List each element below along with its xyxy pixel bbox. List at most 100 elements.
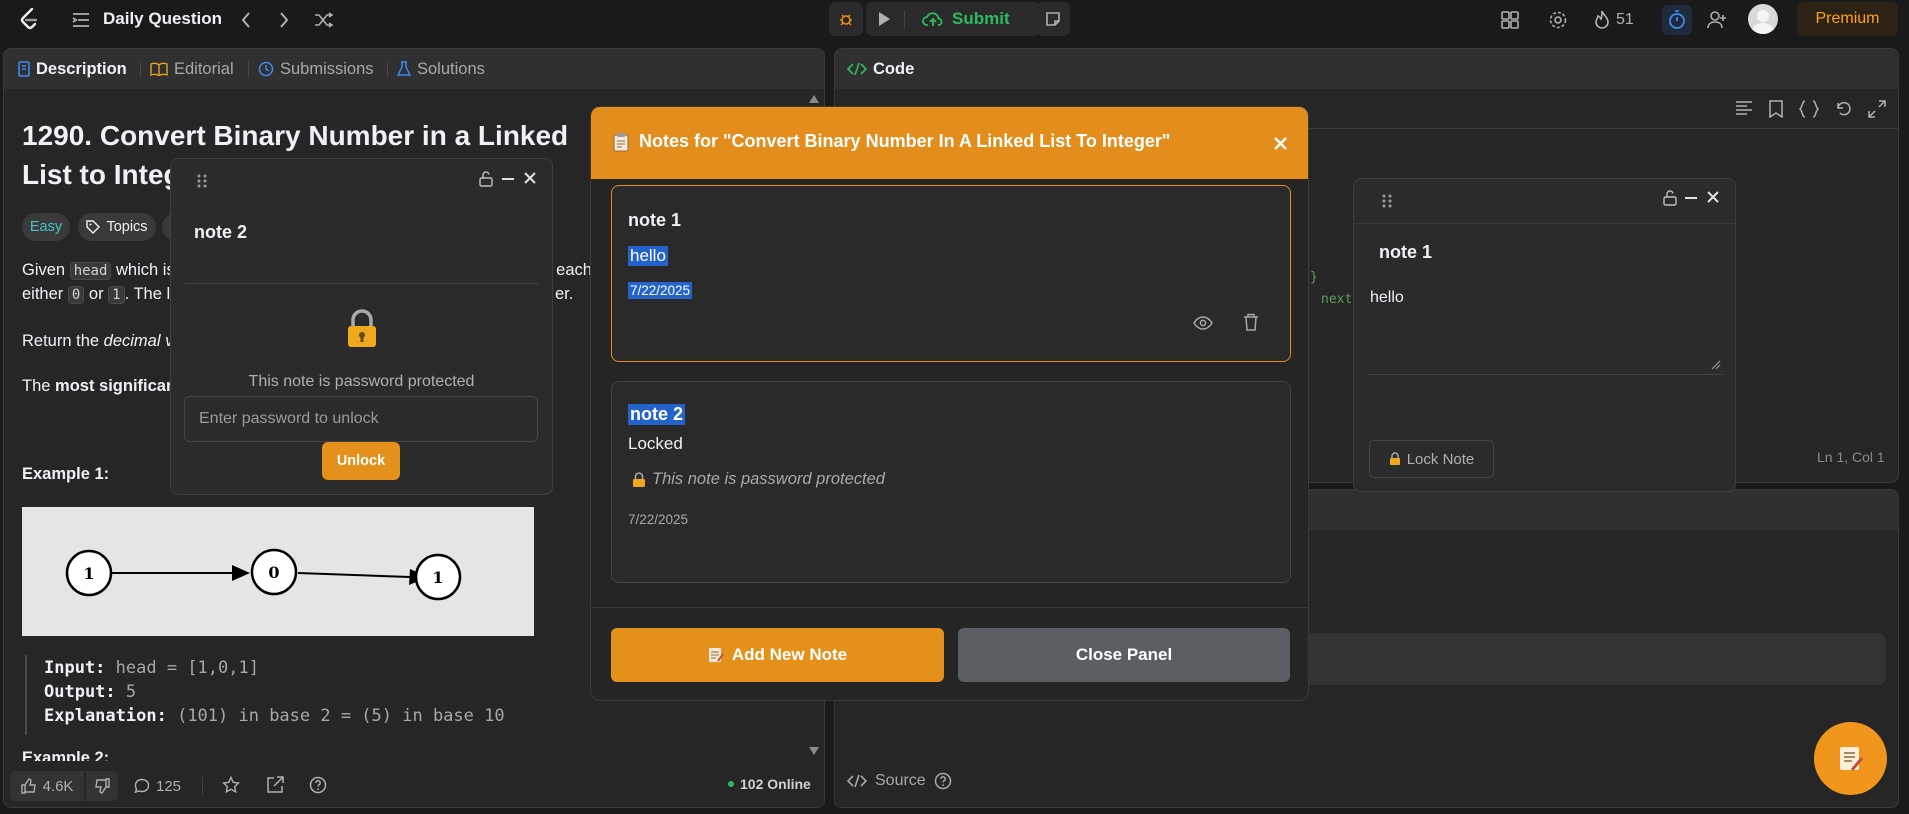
- code-icon: [847, 774, 867, 788]
- dislike-button[interactable]: [86, 771, 118, 801]
- tab-description[interactable]: Description: [18, 49, 127, 89]
- example-1-heading: Example 1:: [22, 465, 110, 483]
- help-icon[interactable]: [309, 776, 327, 794]
- modal-title-wrap: Notes for "Convert Binary Number In A Li…: [613, 131, 1170, 152]
- minimize-icon[interactable]: [502, 178, 514, 180]
- problem-list-icon[interactable]: [69, 8, 93, 32]
- output-label: Output:: [44, 682, 116, 702]
- comment-count: 125: [156, 777, 182, 795]
- tab-separator: [387, 61, 388, 77]
- unlock-button[interactable]: Unlock: [322, 442, 400, 480]
- tab-solutions[interactable]: Solutions: [397, 49, 485, 89]
- description-line-4: The most significar: [22, 377, 172, 396]
- close-icon[interactable]: [524, 172, 536, 184]
- streak-counter[interactable]: 51: [1594, 8, 1634, 32]
- scroll-down-arrow-icon[interactable]: [809, 747, 819, 755]
- lock-note-label: Lock Note: [1406, 450, 1475, 468]
- notes-button[interactable]: [1036, 2, 1070, 36]
- lock-icon: [1389, 452, 1400, 465]
- locked-note-window: note 2 This note is password protected E…: [170, 158, 553, 495]
- next-problem-icon[interactable]: [272, 8, 296, 32]
- drag-handle-icon[interactable]: [1382, 193, 1392, 209]
- bookmark-icon[interactable]: [1769, 100, 1783, 118]
- fullscreen-icon[interactable]: [1868, 100, 1886, 118]
- cloud-upload-icon: [922, 12, 943, 26]
- like-button[interactable]: 4.6K: [10, 771, 84, 801]
- prev-problem-icon[interactable]: [234, 8, 258, 32]
- lock-icon: [345, 309, 379, 349]
- note-icon: [1044, 10, 1062, 28]
- unlock-icon[interactable]: [479, 171, 493, 187]
- note-card-1[interactable]: note 1 hello 7/22/2025: [611, 185, 1291, 362]
- tab-editorial[interactable]: Editorial: [150, 49, 234, 89]
- run-button[interactable]: [874, 9, 894, 29]
- share-icon[interactable]: [266, 776, 284, 794]
- code-icon: [847, 62, 867, 76]
- help-icon[interactable]: [934, 772, 952, 790]
- add-friend-icon[interactable]: [1702, 5, 1732, 35]
- tab-code[interactable]: Code: [847, 49, 914, 89]
- online-count: 102 Online: [740, 776, 811, 792]
- note-card-2[interactable]: note 2 Locked This note is password prot…: [611, 381, 1291, 583]
- para3-start: Return the: [22, 332, 100, 350]
- leetcode-logo-icon[interactable]: [16, 6, 42, 32]
- add-new-note-button[interactable]: Add New Note: [611, 628, 944, 682]
- example-explanation: Explanation: (101) in base 2 = (5) in ba…: [44, 706, 505, 726]
- premium-button[interactable]: Premium: [1797, 2, 1898, 36]
- shuffle-icon[interactable]: [311, 8, 337, 32]
- linked-list-diagram: 1 0 1: [22, 507, 534, 636]
- flask-icon: [397, 61, 411, 76]
- format-icon[interactable]: [1735, 100, 1753, 116]
- modal-close-icon[interactable]: [1274, 137, 1287, 150]
- description-tabbar: Description Editorial Submissions Soluti…: [4, 49, 824, 89]
- comments-button[interactable]: 125: [134, 771, 181, 801]
- debug-button[interactable]: [829, 2, 863, 36]
- bug-icon: [836, 9, 856, 29]
- timer-icon[interactable]: [1662, 5, 1692, 35]
- submit-label: Submit: [952, 9, 1010, 28]
- online-dot: [728, 781, 734, 787]
- description-line-1: Given head which is: [22, 261, 175, 280]
- description-line-2-right: er.: [555, 285, 574, 303]
- resize-handle-icon[interactable]: [1711, 360, 1721, 370]
- notes-modal-header: Notes for "Convert Binary Number In A Li…: [591, 107, 1308, 179]
- close-icon[interactable]: [1707, 191, 1719, 203]
- star-icon[interactable]: [222, 776, 240, 794]
- daily-question-title[interactable]: Daily Question: [103, 9, 222, 29]
- note-title[interactable]: note 1: [1379, 242, 1432, 263]
- description-line-1-right: f each: [547, 261, 592, 279]
- reset-icon[interactable]: [1835, 100, 1853, 118]
- comment-icon: [134, 778, 150, 794]
- unlock-icon[interactable]: [1663, 190, 1677, 206]
- like-count: 4.6K: [42, 777, 74, 795]
- note-card-body: hello: [628, 246, 668, 266]
- submit-button[interactable]: Submit: [922, 2, 1010, 36]
- lock-note-button[interactable]: Lock Note: [1369, 440, 1494, 478]
- view-eye-icon[interactable]: [1193, 316, 1213, 330]
- braces-icon[interactable]: [1799, 100, 1819, 118]
- streak-count: 51: [1616, 11, 1634, 28]
- editable-note-window: note 1 hello Lock Note: [1353, 178, 1736, 492]
- password-input[interactable]: Enter password to unlock: [184, 396, 538, 442]
- input-label: Input:: [44, 658, 106, 678]
- settings-gear-icon[interactable]: [1546, 8, 1570, 32]
- close-panel-button[interactable]: Close Panel: [958, 628, 1290, 682]
- drag-handle-icon[interactable]: [197, 173, 207, 189]
- delete-trash-icon[interactable]: [1243, 313, 1259, 331]
- online-indicator: 102 Online: [728, 776, 811, 792]
- code-fragment-brace: }: [1310, 270, 1318, 285]
- note-body-textarea[interactable]: hello: [1368, 275, 1723, 375]
- source-link[interactable]: Source: [847, 772, 952, 790]
- notes-fab-button[interactable]: [1814, 722, 1887, 795]
- layout-icon[interactable]: [1498, 8, 1522, 32]
- avatar[interactable]: [1748, 4, 1778, 34]
- memo-icon: [1839, 746, 1863, 771]
- tab-submissions[interactable]: Submissions: [258, 49, 374, 89]
- para2-start: either: [22, 285, 64, 303]
- minimize-icon[interactable]: [1685, 197, 1697, 199]
- source-label: Source: [875, 772, 926, 789]
- note-card-title: note 2: [628, 404, 686, 425]
- scroll-up-arrow-icon[interactable]: [809, 95, 819, 103]
- topics-chip[interactable]: Topics: [78, 213, 156, 241]
- protected-message: This note is password protected: [248, 373, 475, 390]
